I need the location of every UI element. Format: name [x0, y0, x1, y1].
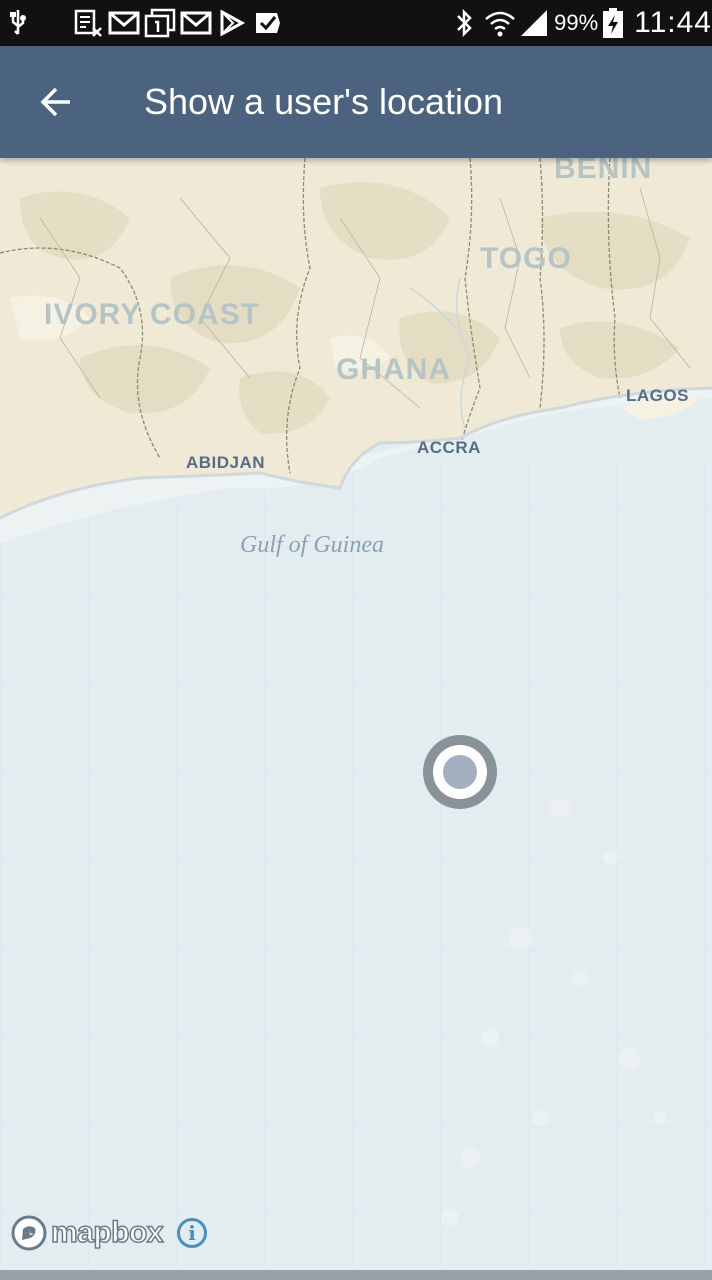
- map-view[interactable]: BENIN TOGO IVORY COAST GHANA LAGOS ACCRA…: [0, 158, 712, 1270]
- label-togo: TOGO: [480, 242, 572, 275]
- label-ivory-coast: IVORY COAST: [44, 298, 261, 331]
- label-benin: BENIN: [554, 158, 653, 185]
- signal-icon: [518, 0, 550, 46]
- label-lagos: LAGOS: [626, 386, 689, 405]
- info-icon: i: [188, 1221, 196, 1245]
- battery-percentage: 99%: [554, 10, 599, 35]
- mapbox-logo-icon: [11, 1215, 47, 1251]
- mapbox-logo-text: mapbox: [50, 1215, 164, 1250]
- bottom-edge: [0, 1270, 712, 1280]
- screenshot-icon: [70, 0, 106, 46]
- page-title: Show a user's location: [144, 81, 504, 122]
- label-ghana: GHANA: [336, 353, 451, 386]
- label-abidjan: ABIDJAN: [186, 453, 266, 472]
- user-location-marker: [423, 735, 497, 809]
- checkmark-icon: [250, 0, 286, 46]
- label-gulf-of-guinea: Gulf of Guinea: [240, 532, 384, 558]
- attribution-info-button[interactable]: i: [177, 1218, 208, 1248]
- gmail-icon: [106, 0, 142, 46]
- wifi-icon: [482, 0, 518, 46]
- usb-icon: [0, 0, 36, 46]
- label-accra: ACCRA: [417, 438, 481, 457]
- user-location-dot: [443, 755, 477, 789]
- status-clock: 11:44: [634, 6, 712, 39]
- back-button[interactable]: [28, 74, 84, 130]
- arrow-back-icon: [40, 87, 70, 117]
- calendar-icon: [142, 0, 178, 46]
- app-bar: Show a user's location: [0, 46, 712, 158]
- attribution: mapbox i: [10, 1214, 208, 1252]
- play-store-icon: [214, 0, 250, 46]
- battery-charging-icon: [600, 0, 626, 46]
- mapbox-logo[interactable]: mapbox: [10, 1214, 164, 1252]
- gmail-icon: [178, 0, 214, 46]
- bluetooth-icon: [446, 0, 482, 46]
- status-bar: 99% 11:44: [0, 0, 712, 46]
